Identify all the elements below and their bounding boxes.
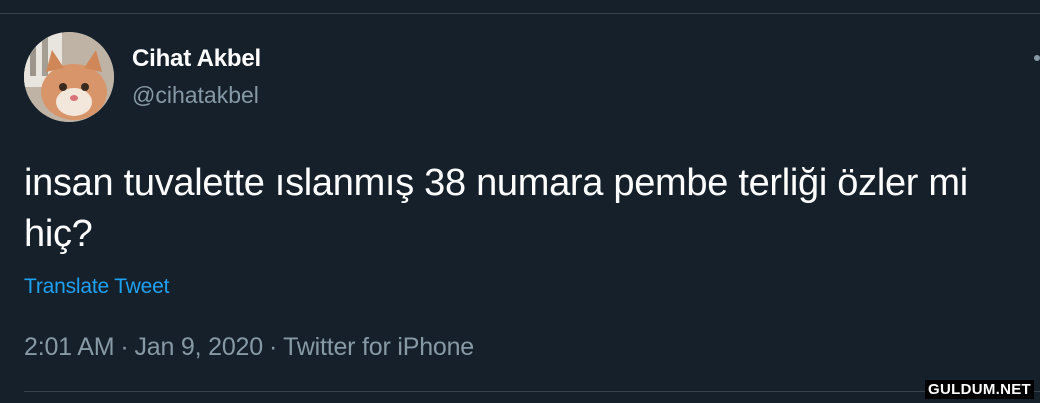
- watermark: GULDUM.NET: [925, 380, 1034, 399]
- tweet-source[interactable]: Twitter for iPhone: [283, 333, 474, 361]
- tweet-card: Cihat Akbel @cihatakbel insan tuvalette …: [0, 0, 1040, 403]
- meta-separator: ·: [268, 333, 278, 361]
- translate-tweet-link[interactable]: Translate Tweet: [24, 275, 169, 299]
- top-divider: [0, 13, 1040, 14]
- bottom-divider: [24, 391, 1040, 392]
- tweet-metadata: 2:01 AM · Jan 9, 2020 · Twitter for iPhone: [24, 333, 474, 362]
- tweet-date[interactable]: Jan 9, 2020: [134, 333, 263, 361]
- author-display-name[interactable]: Cihat Akbel: [132, 45, 261, 73]
- tweet-time[interactable]: 2:01 AM: [24, 333, 115, 361]
- cat-avatar-icon: [24, 32, 114, 122]
- author-avatar[interactable]: [24, 32, 114, 122]
- meta-separator: ·: [120, 333, 129, 361]
- more-options-icon[interactable]: [1034, 55, 1040, 61]
- author-handle[interactable]: @cihatakbel: [132, 82, 259, 109]
- tweet-text: insan tuvalette ıslanmış 38 numara pembe…: [24, 162, 968, 255]
